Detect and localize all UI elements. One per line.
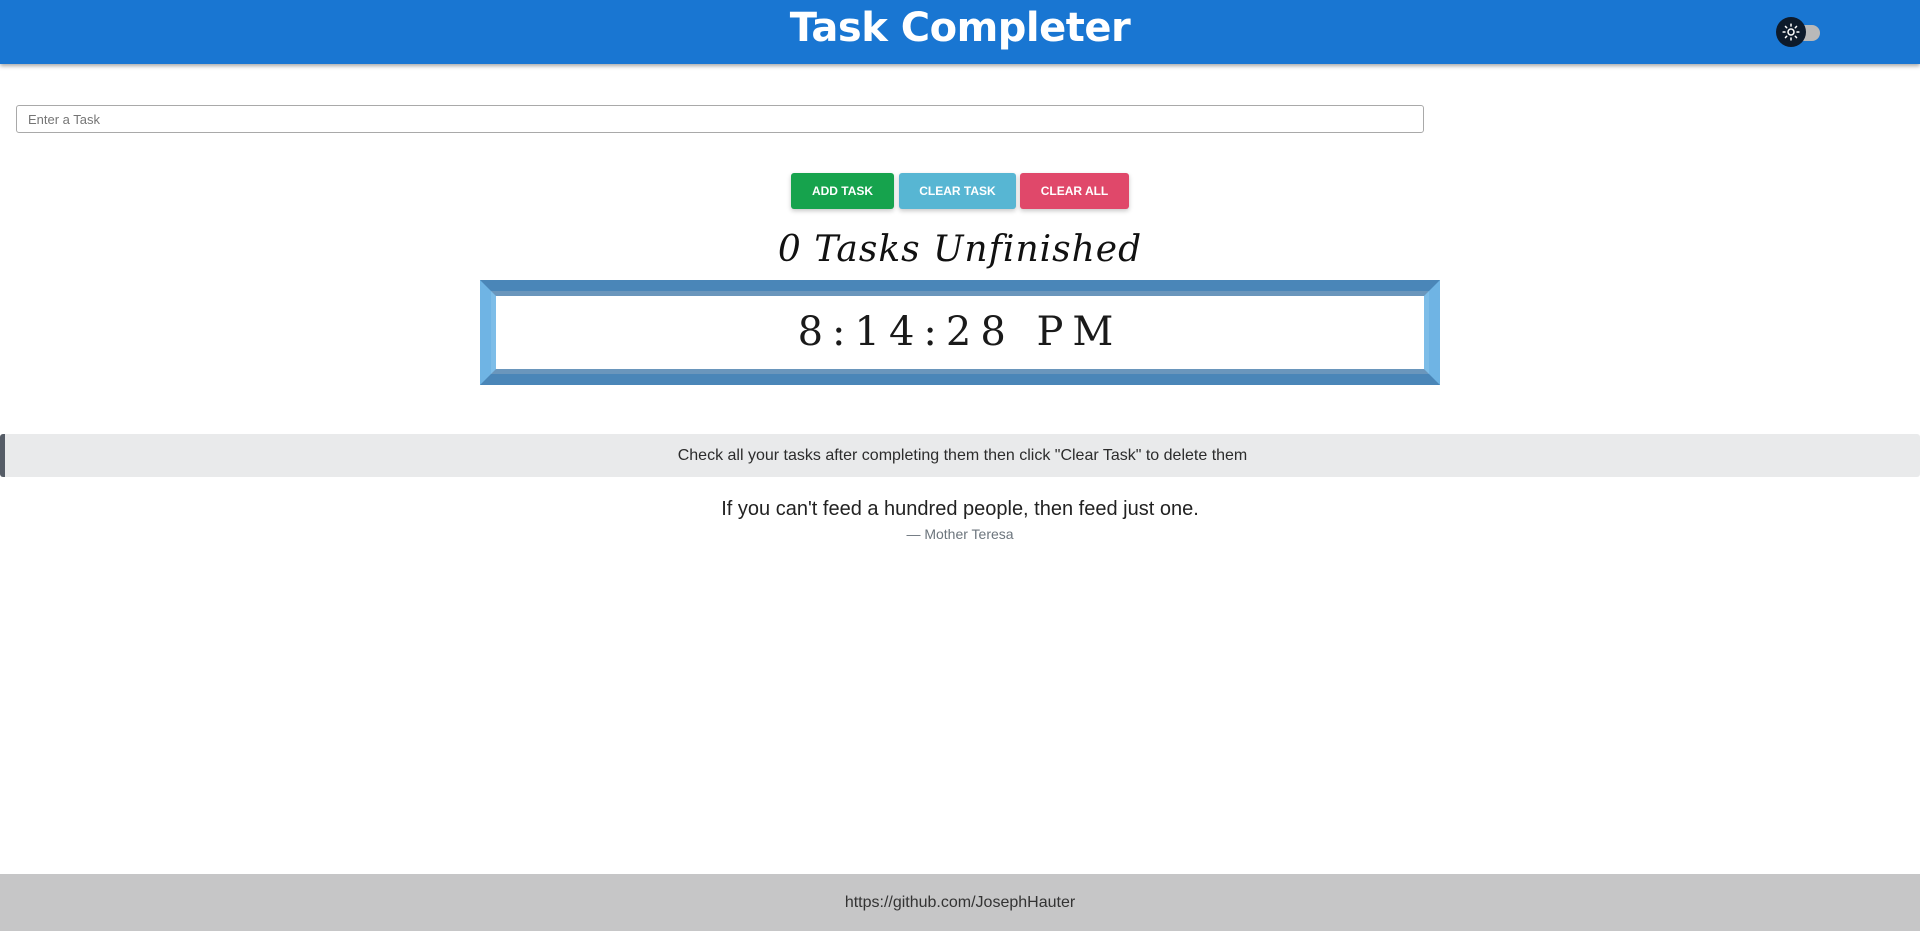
info-alert: Check all your tasks after completing th… [0, 434, 1920, 477]
sun-icon [1782, 23, 1800, 41]
theme-toggle[interactable] [1776, 17, 1824, 47]
task-input[interactable] [16, 105, 1424, 133]
clock-inner: 8:14:28 PM [491, 291, 1429, 374]
clear-task-button[interactable]: CLEAR TASK [899, 173, 1016, 209]
clock-time: 8:14:28 PM [797, 309, 1123, 355]
quote-author: — Mother Teresa [906, 526, 1014, 542]
clear-all-button[interactable]: CLEAR ALL [1020, 173, 1129, 209]
clock-frame: 8:14:28 PM [480, 280, 1440, 385]
unfinished-count: 0 Tasks Unfinished [777, 229, 1143, 270]
app-header: Task Completer [0, 0, 1920, 64]
app-title: Task Completer [789, 5, 1131, 51]
info-message: Check all your tasks after completing th… [677, 447, 1248, 464]
add-task-button[interactable]: ADD TASK [791, 173, 894, 209]
quote-text: If you can't feed a hundred people, then… [721, 498, 1199, 520]
toggle-knob[interactable] [1776, 17, 1806, 47]
footer: https://github.com/JosephHauter [0, 874, 1920, 931]
github-link[interactable]: https://github.com/JosephHauter [0, 874, 1920, 931]
